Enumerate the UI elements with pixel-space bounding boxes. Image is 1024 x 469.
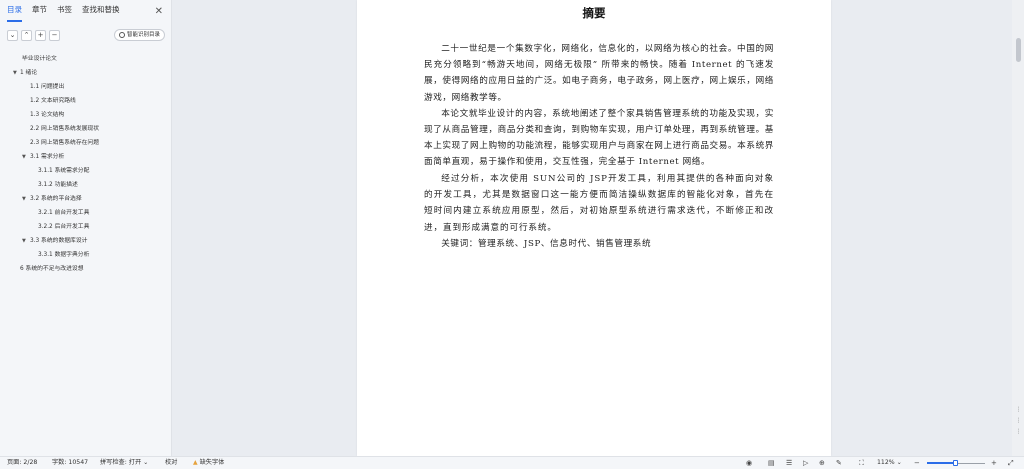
vertical-scrollbar[interactable]: ⋮ ⋮ ⋮ [1012,0,1024,456]
keywords: 关键词：管理系统、JSP、信息时代、销售管理系统 [441,239,652,250]
eye-icon[interactable]: ◉ [746,457,752,469]
paragraph: 二十一世纪是一个集数字化，网络化，信息化的，以网络为核心的社会。中国的网民充分领… [424,44,774,103]
dots-icon[interactable]: ⋮ [1015,428,1022,435]
tab-chapters[interactable]: 章节 [32,0,47,22]
zoom-out-button[interactable]: − [914,457,920,469]
collapse-all-button[interactable]: ⌄ [7,29,18,41]
toc-item[interactable]: 3.1.1 系统需求分配 [0,164,171,178]
toc-item[interactable]: 1.2 文本研究路线 [0,94,171,108]
expand-arrow-icon[interactable]: ▼ [13,66,17,80]
toc-item[interactable]: 毕业设计论文 [0,52,171,66]
proofread-button[interactable]: 校对 [165,457,177,469]
page-indicator[interactable]: 页面: 2/28 [7,457,37,469]
side-tool-icons: ⋮ ⋮ ⋮ [1015,406,1022,435]
tab-bookmarks[interactable]: 书签 [57,0,72,22]
status-bar: 页面: 2/28 字数: 10547 拼写检查: 打开 ⌄ 校对 ▲ 缺失字体 … [0,456,1024,469]
close-pane-icon[interactable]: ✕ [155,6,163,17]
toc-item[interactable]: 1.1 问题提出 [0,80,171,94]
toc-list: 毕业设计论文 ▼ 1 绪论 1.1 问题提出 1.2 文本研究路线 1.3 论文结… [0,52,171,276]
toc-item[interactable]: 3.2.2 后台开发工具 [0,220,171,234]
add-heading-button[interactable]: + [35,29,46,41]
pen-icon[interactable]: ✎ [836,457,842,469]
toc-item[interactable]: 2.3 网上销售系统存在问题 [0,136,171,150]
navigation-pane: 目录 章节 书签 查找和替换 ✕ ⌄ ⌃ + − 智能识别目录 毕业设计论文 ▼… [0,0,172,456]
remove-heading-button[interactable]: − [49,29,60,41]
outline-view-icon[interactable]: ☰ [786,457,792,469]
zoom-slider-handle[interactable] [953,460,958,466]
toc-item[interactable]: 1.3 论文结构 [0,108,171,122]
scrollbar-thumb[interactable] [1016,38,1021,62]
paragraph: 本论文就毕业设计的内容，系统地阐述了整个家具销售管理系统的功能及实现，实现了从商… [424,108,774,168]
toc-item[interactable]: 3.3.1 数据字典分析 [0,248,171,262]
toc-item[interactable]: 3.2.1 前台开发工具 [0,206,171,220]
expand-icon[interactable]: ⤢ [1008,457,1014,469]
paragraph: 经过分析，本次使用 SUN公司的 JSP开发工具，利用其提供的各种面向对象的开发… [424,173,774,233]
zoom-slider-fill [927,462,955,464]
tab-find-replace[interactable]: 查找和替换 [82,0,120,22]
expand-arrow-icon[interactable]: ▼ [22,234,26,248]
word-count[interactable]: 字数: 10547 [52,457,88,469]
toc-item[interactable]: 3.1.2 功能描述 [0,178,171,192]
zoom-level[interactable]: 112% ⌄ [877,457,902,469]
warning-icon: ▲ [193,459,198,466]
document-canvas[interactable]: 摘要 二十一世纪是一个集数字化，网络化，信息化的，以网络为核心的社会。中国的网民… [172,0,1012,456]
nav-tabs: 目录 章节 书签 查找和替换 [0,0,171,22]
page-title: 摘要 [582,6,606,20]
dots-icon[interactable]: ⋮ [1015,417,1022,424]
expand-all-button[interactable]: ⌃ [21,29,32,41]
web-view-icon[interactable]: ⊕ [819,457,825,469]
toc-item[interactable]: ▼ 3.1 需求分析 [0,150,171,164]
dots-icon[interactable]: ⋮ [1015,406,1022,413]
spell-check-toggle[interactable]: 拼写检查: 打开 ⌄ [100,457,148,469]
fit-screen-icon[interactable]: ⛶ [859,457,864,469]
smart-recognize-icon [118,32,125,38]
toc-toolbar: ⌄ ⌃ + − 智能识别目录 [7,28,165,42]
missing-font-button[interactable]: ▲ 缺失字体 [193,457,224,469]
toc-item[interactable]: 6 系统的不足与改进设想 [0,262,171,276]
zoom-in-button[interactable]: + [991,457,997,469]
expand-arrow-icon[interactable]: ▼ [22,150,26,164]
expand-arrow-icon[interactable]: ▼ [22,192,26,206]
toc-item[interactable]: 2.2 网上销售系统发展现状 [0,122,171,136]
toc-item[interactable]: ▼ 3.3 系统的数据库设计 [0,234,171,248]
toc-item[interactable]: ▼ 1 绪论 [0,66,171,80]
document-page[interactable]: 摘要 二十一世纪是一个集数字化，网络化，信息化的，以网络为核心的社会。中国的网民… [357,0,831,456]
tab-toc[interactable]: 目录 [7,0,22,22]
smart-toc-label: 智能识别目录 [126,32,160,38]
smart-toc-button[interactable]: 智能识别目录 [113,29,165,41]
play-icon[interactable]: ▷ [803,457,808,469]
document-body[interactable]: 二十一世纪是一个集数字化，网络化，信息化的，以网络为核心的社会。中国的网民充分领… [424,41,774,252]
page-view-icon[interactable]: ▤ [768,457,775,469]
toc-item[interactable]: ▼ 3.2 系统的平台选择 [0,192,171,206]
